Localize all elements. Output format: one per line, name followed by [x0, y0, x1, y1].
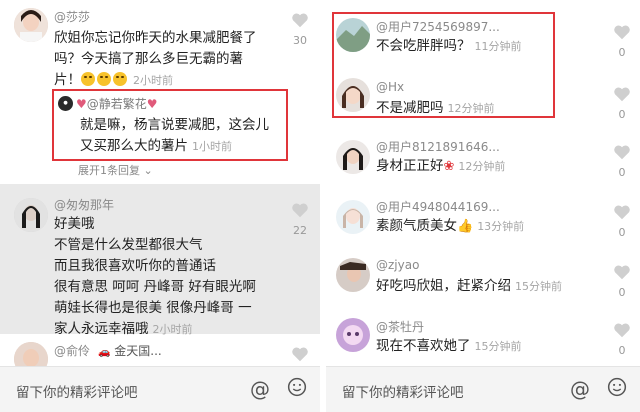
avatar[interactable]	[14, 8, 48, 42]
avatar[interactable]	[336, 78, 370, 112]
comment-input[interactable]: 留下你的精彩评论吧	[16, 381, 138, 401]
reply-line: 又买那么大的薯片	[80, 138, 188, 154]
chevron-down-icon: ⌄	[140, 164, 153, 177]
comment-line: 不管是什么发型都很大气	[54, 237, 203, 253]
comment-line: 吗？今天搞了那么多巨无霸的薯	[54, 51, 243, 67]
comment-item: @用户8121891646... 身材正正好❀ 12分钟前 0	[326, 132, 640, 190]
comment-username[interactable]: @用户7254569897...	[376, 18, 500, 35]
comment-username[interactable]: @匆匆那年	[54, 196, 114, 213]
avatar[interactable]	[336, 140, 370, 174]
comment-item-highlighted: @匆匆那年 好美哦 不管是什么发型都很大气 而且我很喜欢听你的普通话 很有意思 …	[0, 184, 320, 337]
comment-time: 13分钟前	[477, 220, 525, 233]
comment-time: 11分钟前	[474, 40, 522, 53]
like-count: 0	[618, 286, 626, 299]
emoji-icon[interactable]	[287, 377, 307, 397]
comment-line: 欣姐你忘记你昨天的水果减肥餐了	[54, 30, 257, 46]
comment-line: 很有意思 呵呵 丹峰哥 好有眼光啊	[54, 279, 256, 295]
comment-input-bar[interactable]: 留下你的精彩评论吧 @	[0, 366, 320, 412]
heart-icon	[614, 87, 630, 102]
like-button[interactable]	[290, 346, 310, 362]
rose-icon: ❀	[443, 159, 455, 174]
comment-text: 不会吃胖胖吗？ 11分钟前	[376, 38, 522, 54]
like-count: 0	[618, 46, 626, 59]
comment-input[interactable]: 留下你的精彩评论吧	[342, 381, 464, 401]
heart-icon	[292, 347, 308, 362]
heart-icon	[614, 323, 630, 338]
heart-icon	[614, 205, 630, 220]
car-icon: 🚗	[98, 347, 111, 358]
comment-line: 好美哦	[54, 216, 95, 232]
comment-username[interactable]: @zjyao	[376, 258, 419, 272]
comment-item: @莎莎 欣姐你忘记你昨天的水果减肥餐了 吗？今天搞了那么多巨无霸的薯 片！ 2小时…	[0, 0, 320, 184]
comment-time: 2小时前	[133, 74, 173, 87]
comment-text: 素颜气质美女👍 13分钟前	[376, 218, 525, 234]
comment-username[interactable]: @Hx	[376, 80, 404, 94]
comment-text: 身材正正好❀ 12分钟前	[376, 158, 506, 174]
like-button[interactable]: 0	[612, 144, 632, 179]
like-count: 0	[618, 344, 626, 357]
left-comment-panel: @莎莎 欣姐你忘记你昨天的水果减肥餐了 吗？今天搞了那么多巨无霸的薯 片！ 2小时…	[0, 0, 320, 412]
like-count: 22	[293, 224, 307, 237]
comment-text: 不是减肥吗 12分钟前	[376, 100, 495, 116]
like-button[interactable]: 0	[612, 204, 632, 239]
like-button[interactable]: 0	[612, 322, 632, 357]
reply-text: 就是嘛，杨言说要减肥，这会儿 又买那么大的薯片 1小时前	[80, 115, 290, 157]
comment-input-bar[interactable]: 留下你的精彩评论吧 @	[326, 366, 640, 412]
comment-item: @用户4948044169... 素颜气质美女👍 13分钟前 0	[326, 192, 640, 250]
like-count: 0	[618, 108, 626, 121]
comment-time: 12分钟前	[458, 160, 506, 173]
comment-text: 好美哦 不管是什么发型都很大气 而且我很喜欢听你的普通话 很有意思 呵呵 丹峰哥…	[54, 214, 294, 340]
like-count: 0	[618, 226, 626, 239]
user-badge-text: 🚗 金天国...	[98, 344, 162, 358]
comment-item: @用户7254569897... 不会吃胖胖吗？ 11分钟前 0	[326, 12, 640, 68]
like-button[interactable]: 0	[612, 86, 632, 121]
like-button[interactable]: 22	[290, 202, 310, 237]
at-icon[interactable]: @	[250, 377, 270, 401]
reply-avatar[interactable]: ●	[58, 96, 73, 111]
comment-username[interactable]: @茶牡丹	[376, 318, 424, 335]
comment-username[interactable]: @用户8121891646...	[376, 138, 500, 155]
comment-text: 欣姐你忘记你昨天的水果减肥餐了 吗？今天搞了那么多巨无霸的薯 片！ 2小时前	[54, 28, 290, 91]
avatar[interactable]	[336, 200, 370, 234]
comment-username[interactable]: @俞伶	[54, 342, 90, 359]
comment-line: 而且我很喜欢听你的普通话	[54, 258, 216, 274]
comment-time: 15分钟前	[515, 280, 562, 293]
reply-time: 1小时前	[192, 140, 232, 153]
reply-highlight-box: ● ♥@静若繁花♥ 就是嘛，杨言说要减肥，这会儿 又买那么大的薯片 1小时前	[52, 89, 288, 161]
heart-icon	[614, 145, 630, 160]
avatar[interactable]	[336, 18, 370, 52]
comment-line: 萌娃长得也是很美 很像丹峰哥 一	[54, 300, 252, 316]
emoji-icon[interactable]	[607, 377, 627, 397]
avatar[interactable]	[336, 318, 370, 352]
comment-item: @Hx 不是减肥吗 12分钟前 0	[326, 70, 640, 128]
reply-line: 就是嘛，杨言说要减肥，这会儿	[80, 117, 269, 133]
heart-icon	[292, 203, 308, 218]
right-comment-panel: @用户7254569897... 不会吃胖胖吗？ 11分钟前 0 @Hx 不是减肥…	[326, 0, 640, 412]
avatar[interactable]	[14, 198, 48, 232]
at-icon[interactable]: @	[570, 377, 590, 401]
expand-replies-link[interactable]: 展开1条回复 ⌄	[78, 162, 153, 178]
comment-item: @俞伶 🚗 金天国...	[0, 334, 320, 376]
comment-item: @茶牡丹 现在不喜欢她了 15分钟前 0	[326, 312, 640, 366]
comment-time: 12分钟前	[447, 102, 495, 115]
comment-username[interactable]: @用户4948044169...	[376, 198, 500, 215]
comment-text: 好吃吗欣姐，赶紧介绍 15分钟前	[376, 278, 562, 294]
comment-time: 15分钟前	[474, 340, 522, 353]
reply-username[interactable]: ♥@静若繁花♥	[76, 95, 158, 112]
thumbs-up-icon: 👍	[457, 219, 474, 234]
comment-username[interactable]: @莎莎	[54, 8, 90, 25]
heart-icon	[614, 265, 630, 280]
comment-line: 片！	[54, 72, 81, 88]
like-count: 30	[293, 34, 307, 47]
like-button[interactable]: 0	[612, 264, 632, 299]
like-button[interactable]: 30	[290, 12, 310, 47]
heart-icon	[292, 13, 308, 28]
comment-item: @zjyao 好吃吗欣姐，赶紧介绍 15分钟前 0	[326, 252, 640, 310]
like-count: 0	[618, 166, 626, 179]
laugh-emoji-icon	[81, 72, 129, 88]
heart-icon	[614, 25, 630, 40]
like-button[interactable]: 0	[612, 24, 632, 59]
avatar[interactable]	[336, 258, 370, 292]
comment-text: 现在不喜欢她了 15分钟前	[376, 338, 522, 354]
